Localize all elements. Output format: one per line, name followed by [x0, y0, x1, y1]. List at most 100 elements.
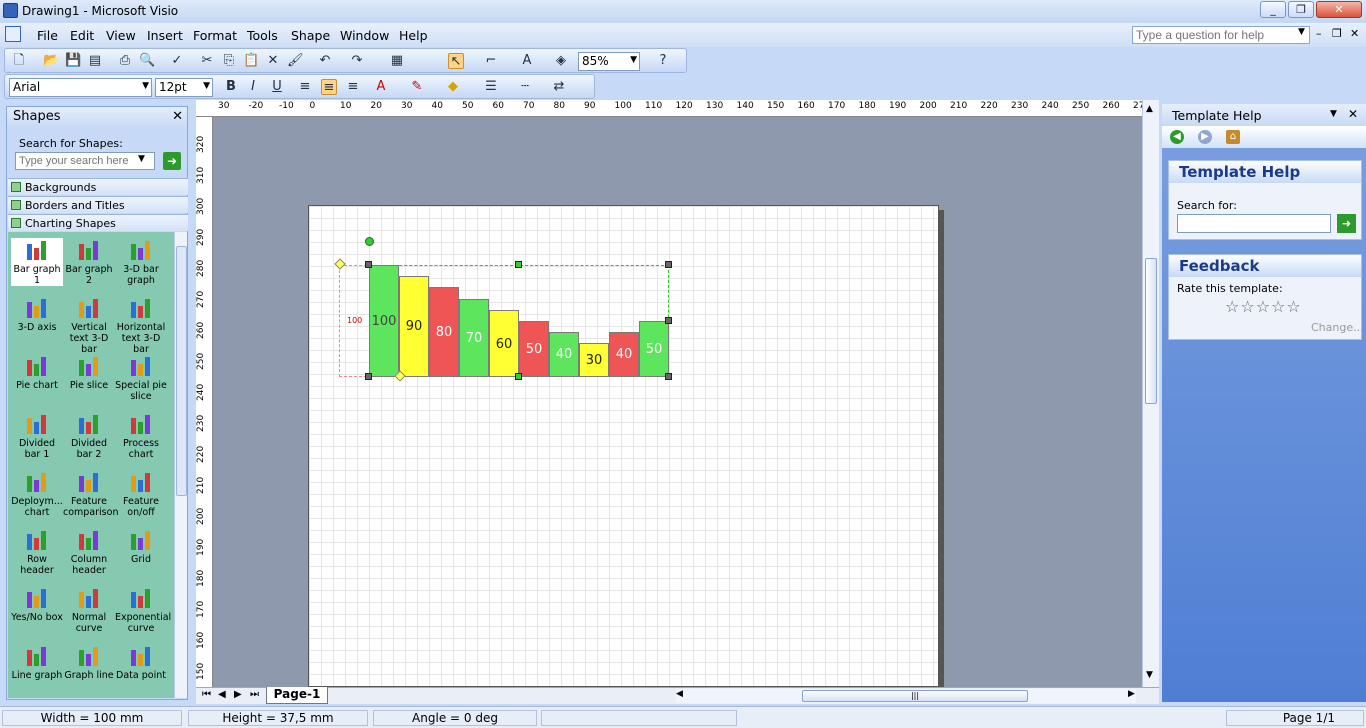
master-shape[interactable]: Exponential curve: [115, 586, 171, 634]
ask-question-input[interactable]: [1132, 26, 1310, 44]
menu-tools[interactable]: Tools: [247, 28, 278, 43]
master-shape[interactable]: Line graph: [11, 644, 63, 681]
menu-shape[interactable]: Shape: [291, 28, 330, 43]
close-icon[interactable]: ✕: [1348, 107, 1358, 121]
chevron-down-icon[interactable]: ▼: [138, 154, 145, 164]
paste-icon[interactable]: 📋: [243, 53, 259, 69]
stencil-backgrounds[interactable]: Backgrounds: [8, 178, 188, 195]
menu-insert[interactable]: Insert: [147, 28, 183, 43]
last-page-icon[interactable]: ⏭: [250, 689, 259, 700]
master-shape[interactable]: Deploym... chart: [11, 470, 63, 518]
master-shape[interactable]: Feature comparison: [63, 470, 118, 518]
undo-icon[interactable]: ↶: [317, 53, 333, 69]
line-pattern-icon[interactable]: ┄: [517, 79, 533, 95]
scroll-down-icon[interactable]: ▼: [1146, 670, 1153, 680]
master-shape[interactable]: Pie slice: [63, 354, 115, 391]
page-tab[interactable]: Page-1: [266, 687, 328, 704]
master-shape[interactable]: Bar graph 2: [63, 238, 115, 286]
new-icon[interactable]: 🗋: [11, 53, 27, 69]
font-size-select[interactable]: 12pt ▼: [155, 78, 213, 97]
master-shape[interactable]: Bar graph 1: [11, 238, 63, 286]
stencil-borders-titles[interactable]: Borders and Titles: [8, 196, 188, 213]
master-shape[interactable]: Feature on/off: [115, 470, 167, 518]
shapes-window-icon[interactable]: ▦: [389, 53, 405, 69]
resize-handle[interactable]: [665, 261, 672, 268]
close-button[interactable]: ✕: [1316, 1, 1362, 18]
format-painter-icon[interactable]: 🖌: [287, 53, 304, 69]
copy-icon[interactable]: ⎘: [221, 53, 237, 69]
visio-app-icon[interactable]: [3, 3, 18, 18]
mdi-restore-icon[interactable]: ❐: [1332, 27, 1342, 40]
back-icon[interactable]: ◀: [1170, 130, 1184, 144]
master-shape[interactable]: Column header: [63, 528, 115, 576]
print-icon[interactable]: ⎙: [117, 53, 133, 69]
forward-icon[interactable]: ▶: [1198, 130, 1212, 144]
scroll-up-icon[interactable]: ▲: [1146, 104, 1153, 114]
spelling-icon[interactable]: ✓: [169, 53, 185, 69]
template-search-input[interactable]: [1177, 214, 1331, 233]
menu-edit[interactable]: Edit: [70, 28, 94, 43]
master-shape[interactable]: Vertical text 3-D bar: [63, 296, 115, 355]
master-shape[interactable]: 3-D axis: [11, 296, 63, 333]
stamp-icon[interactable]: ◈: [553, 53, 569, 69]
stencil-charting-shapes[interactable]: Charting Shapes: [8, 214, 188, 231]
font-select[interactable]: Arial ▼: [9, 78, 152, 97]
bar[interactable]: 100: [369, 265, 399, 377]
bar[interactable]: 50: [519, 321, 549, 377]
task-pane-menu-icon[interactable]: ▼: [1330, 109, 1337, 119]
home-icon[interactable]: ⌂: [1226, 130, 1240, 144]
bar-graph-shape[interactable]: 100 100 90 80 70 60 50 40 30 40 50: [334, 237, 679, 385]
italic-icon[interactable]: I: [245, 79, 261, 95]
bar[interactable]: 40: [609, 332, 639, 377]
bar[interactable]: 30: [579, 343, 609, 377]
master-shape[interactable]: Pie chart: [11, 354, 63, 391]
master-shape[interactable]: Divided bar 2: [63, 412, 115, 460]
rotation-handle[interactable]: [365, 237, 374, 246]
scroll-left-icon[interactable]: ◀: [676, 689, 683, 699]
line-weight-icon[interactable]: ☰: [483, 79, 499, 95]
resize-handle[interactable]: [365, 261, 372, 268]
menu-window[interactable]: Window: [340, 28, 389, 43]
search-go-button[interactable]: ➜: [163, 152, 181, 170]
permission-icon[interactable]: ▤: [87, 53, 103, 69]
master-shape[interactable]: Graph line: [63, 644, 115, 681]
resize-handle[interactable]: [365, 373, 372, 380]
bar[interactable]: 60: [489, 309, 519, 377]
vertical-scrollbar[interactable]: ▲ ▼: [1142, 100, 1159, 687]
master-shape[interactable]: Process chart: [115, 412, 167, 460]
master-shape[interactable]: 3-D bar graph: [115, 238, 167, 286]
search-go-button[interactable]: ➜: [1337, 214, 1356, 233]
bold-icon[interactable]: B: [223, 79, 239, 95]
help-dropdown-icon[interactable]: ▼: [1298, 27, 1305, 37]
master-shape[interactable]: Data point: [115, 644, 167, 681]
document-icon[interactable]: [5, 26, 21, 42]
horizontal-scrollbar[interactable]: ◀ ||| ▶: [676, 689, 1136, 703]
master-shape[interactable]: Horizontal text 3-D bar: [115, 296, 167, 355]
resize-handle[interactable]: [515, 373, 522, 380]
text-tool-icon[interactable]: A: [519, 53, 535, 69]
horizontal-scroll-thumb[interactable]: |||: [802, 690, 1028, 702]
mdi-minimize-icon[interactable]: –: [1316, 27, 1322, 40]
rating-stars[interactable]: ☆☆☆☆☆: [1225, 297, 1302, 316]
bar[interactable]: 40: [549, 332, 579, 377]
line-color-icon[interactable]: ✎: [409, 79, 425, 95]
search-shapes-input[interactable]: [15, 152, 155, 170]
master-shape[interactable]: Divided bar 1: [11, 412, 63, 460]
change-link[interactable]: Change...: [1311, 321, 1364, 334]
master-shape[interactable]: Yes/No box: [11, 586, 63, 623]
help-icon[interactable]: ?: [655, 53, 671, 69]
vertical-scroll-thumb[interactable]: [1145, 258, 1157, 404]
master-shape[interactable]: Normal curve: [63, 586, 115, 634]
align-left-icon[interactable]: ≡: [297, 79, 313, 95]
save-icon[interactable]: 💾: [65, 53, 81, 69]
maximize-button[interactable]: ❐: [1288, 1, 1314, 18]
print-preview-icon[interactable]: 🔍: [139, 53, 155, 69]
underline-icon[interactable]: U: [269, 79, 285, 95]
minimize-button[interactable]: _: [1260, 1, 1286, 18]
menu-format[interactable]: Format: [193, 28, 237, 43]
resize-handle[interactable]: [665, 373, 672, 380]
close-icon[interactable]: ✕: [172, 109, 183, 124]
bar[interactable]: 70: [459, 298, 489, 377]
resize-handle[interactable]: [665, 317, 672, 324]
line-ends-icon[interactable]: ⇄: [551, 79, 567, 95]
